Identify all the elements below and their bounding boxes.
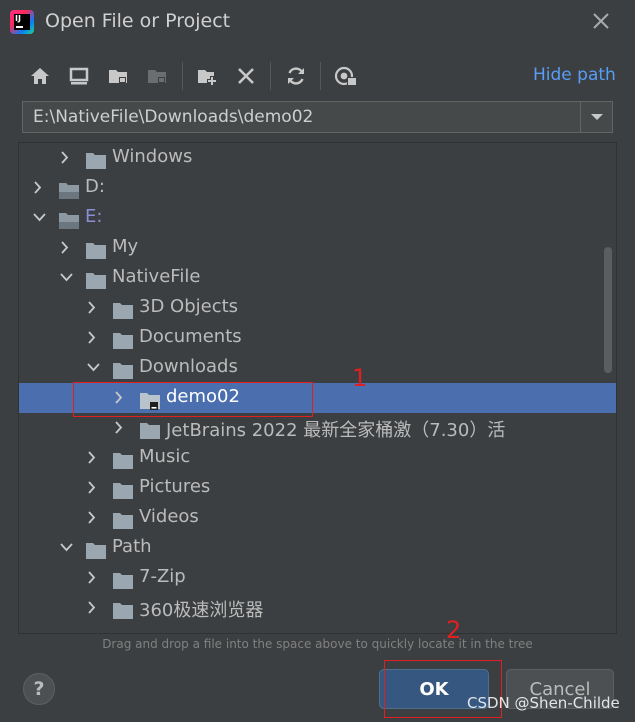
tree-row-label: Videos <box>139 506 199 527</box>
tree-row[interactable]: Windows <box>19 143 616 173</box>
tree-row-label: 7-Zip <box>139 566 186 587</box>
tree-row-label: D: <box>85 176 105 197</box>
annotation-label-1: 1 <box>352 364 368 392</box>
desktop-icon[interactable] <box>67 64 91 88</box>
tree-row[interactable]: NativeFile <box>19 263 616 293</box>
tree-row[interactable]: D: <box>19 173 616 203</box>
annotation-label-2: 2 <box>446 616 462 644</box>
chevron-down-icon[interactable] <box>60 541 74 555</box>
delete-icon[interactable] <box>234 64 258 88</box>
folder-icon <box>113 363 133 379</box>
chevron-right-icon[interactable] <box>60 151 74 165</box>
tree-row-label: E: <box>85 206 103 227</box>
tree-row-label: NativeFile <box>112 266 201 287</box>
vertical-scrollbar[interactable] <box>604 247 612 373</box>
folder-icon <box>113 603 133 619</box>
folder-icon <box>86 543 106 559</box>
path-dropdown-button[interactable] <box>580 102 613 132</box>
folder-icon <box>113 333 133 349</box>
path-input[interactable] <box>23 102 578 132</box>
refresh-icon[interactable] <box>284 64 308 88</box>
folder-icon <box>113 303 133 319</box>
chevron-right-icon[interactable] <box>87 331 101 345</box>
tree-row[interactable]: Music <box>19 443 616 473</box>
toolbar-separator <box>182 62 183 90</box>
folder-icon <box>86 153 106 169</box>
chevron-down-icon <box>591 114 603 120</box>
folder-icon <box>113 513 133 529</box>
tree-row-label: 3D Objects <box>139 296 239 317</box>
chevron-right-icon[interactable] <box>87 571 101 585</box>
window-title: Open File or Project <box>45 10 231 32</box>
tree-row[interactable]: Downloads <box>19 353 616 383</box>
toolbar-separator <box>320 62 321 90</box>
tree-row-label: Pictures <box>139 476 211 497</box>
chevron-right-icon[interactable] <box>87 601 101 615</box>
title-bar: IJ Open File or Project <box>0 0 635 44</box>
tree-row[interactable]: Pictures <box>19 473 616 503</box>
tree-row-label: JetBrains 2022 最新全家桶激（7.30）活 <box>166 420 506 441</box>
tree-row[interactable]: Documents <box>19 323 616 353</box>
folder-icon <box>113 453 133 469</box>
tree-row[interactable]: Videos <box>19 503 616 533</box>
folder-icon <box>140 423 160 439</box>
hide-path-link[interactable]: Hide path <box>533 65 616 85</box>
chevron-right-icon[interactable] <box>60 241 74 255</box>
tree-row-label: Music <box>139 446 191 467</box>
tree-row[interactable]: 3D Objects <box>19 293 616 323</box>
tree-row-label: Path <box>112 536 152 557</box>
tree-row[interactable]: 360极速浏览器 <box>19 593 616 623</box>
tree-row[interactable]: My <box>19 233 616 263</box>
tree-row-label: Downloads <box>139 356 238 377</box>
help-button[interactable]: ? <box>23 673 55 705</box>
path-combo[interactable] <box>22 101 613 133</box>
drive-icon <box>59 183 79 199</box>
tree-row-label: My <box>112 236 139 257</box>
new-folder-icon[interactable] <box>195 64 219 88</box>
tree-row-label: Windows <box>112 146 193 167</box>
toolbar: Hide path <box>0 58 635 94</box>
folder-icon <box>113 483 133 499</box>
chevron-right-icon[interactable] <box>87 511 101 525</box>
chevron-right-icon[interactable] <box>87 301 101 315</box>
tree-row[interactable]: 7-Zip <box>19 563 616 593</box>
drag-drop-hint: Drag and drop a file into the space abov… <box>102 637 533 651</box>
toolbar-separator <box>270 62 271 90</box>
tree-row[interactable]: E: <box>19 203 616 233</box>
tree-row[interactable]: Path <box>19 533 616 563</box>
folder-icon <box>113 573 133 589</box>
tree-row[interactable]: JetBrains 2022 最新全家桶激（7.30）活 <box>19 413 616 443</box>
chevron-down-icon[interactable] <box>60 271 74 285</box>
drive-icon <box>59 213 79 229</box>
annotation-box-1 <box>73 382 313 417</box>
watermark: CSDN @Shen-Childe <box>467 694 620 712</box>
show-hidden-icon[interactable] <box>334 64 358 88</box>
chevron-down-icon[interactable] <box>33 211 47 225</box>
tree-row-label: 360极速浏览器 <box>139 600 264 621</box>
close-icon[interactable] <box>589 9 613 33</box>
folder-icon <box>86 273 106 289</box>
chevron-right-icon[interactable] <box>87 451 101 465</box>
module-folder-icon[interactable] <box>145 64 169 88</box>
chevron-right-icon[interactable] <box>114 421 128 435</box>
folder-icon <box>86 243 106 259</box>
chevron-right-icon[interactable] <box>33 181 47 195</box>
chevron-right-icon[interactable] <box>87 481 101 495</box>
chevron-down-icon[interactable] <box>87 361 101 375</box>
intellij-logo-icon: IJ <box>10 10 34 34</box>
home-icon[interactable] <box>28 64 52 88</box>
tree-row-label: Documents <box>139 326 242 347</box>
project-folder-icon[interactable] <box>106 64 130 88</box>
